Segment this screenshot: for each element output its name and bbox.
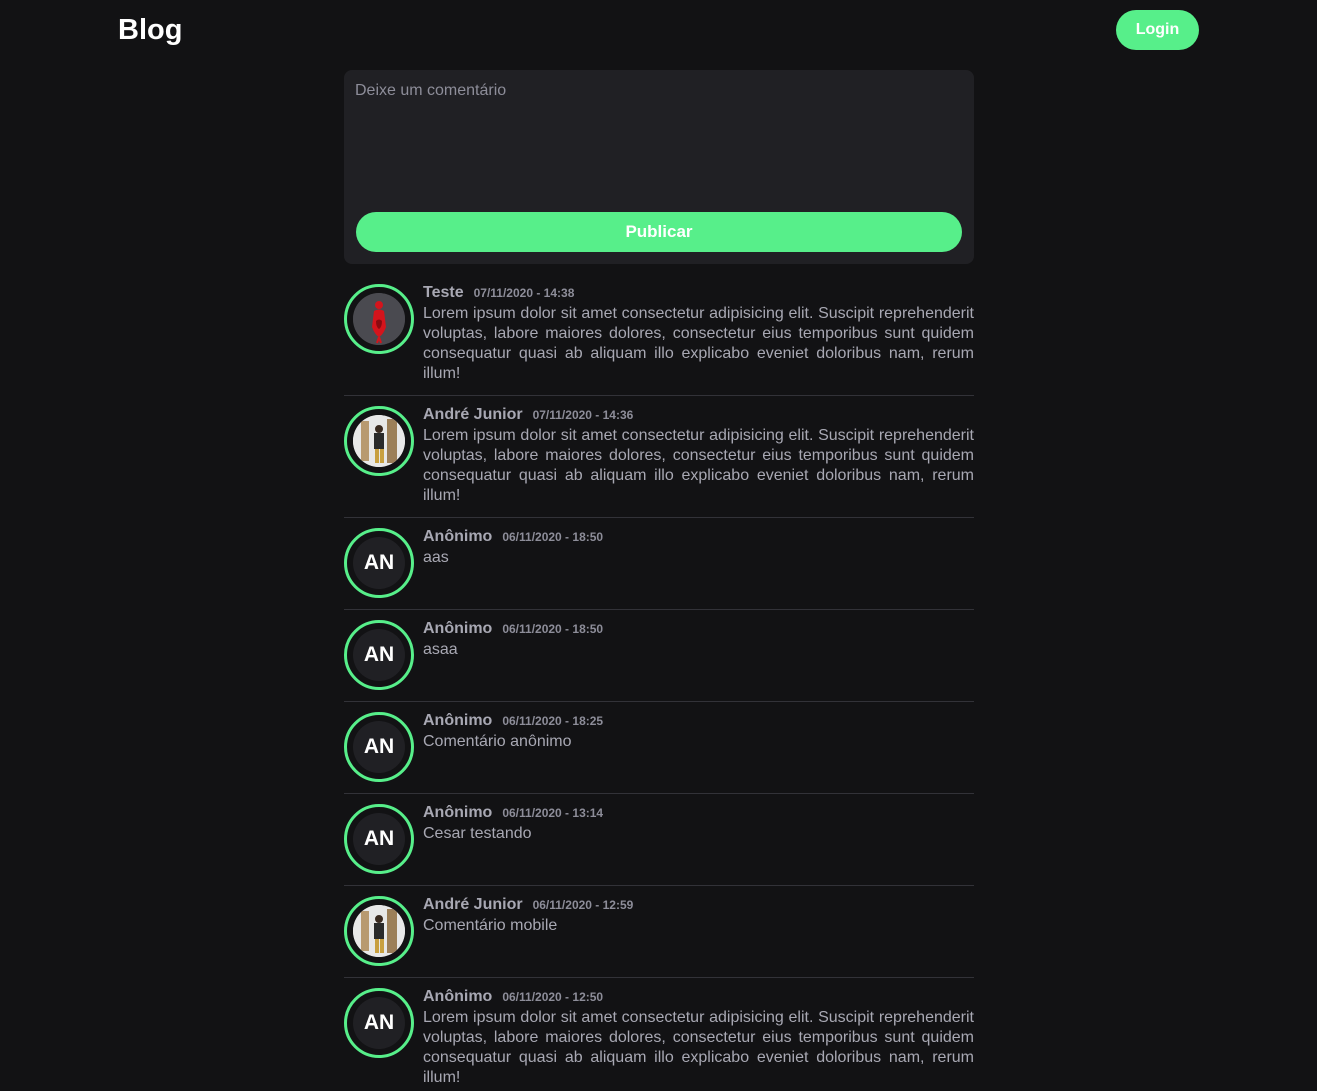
- avatar-ring: AN: [344, 712, 414, 782]
- comment-date: 07/11/2020 - 14:38: [473, 286, 575, 300]
- avatar-ring: AN: [344, 528, 414, 598]
- comment-date: 07/11/2020 - 14:36: [532, 408, 634, 422]
- login-button[interactable]: Login: [1116, 10, 1199, 50]
- avatar-initials: AN: [353, 629, 405, 681]
- avatar-ring: AN: [344, 620, 414, 690]
- comment-list: Teste 07/11/2020 - 14:38 Lorem ipsum dol…: [344, 284, 974, 1091]
- comment-author: Anônimo: [423, 712, 493, 729]
- comment-text: aas: [423, 549, 449, 566]
- comment-date: 06/11/2020 - 12:59: [532, 898, 634, 912]
- comment-item: Teste 07/11/2020 - 14:38 Lorem ipsum dol…: [344, 284, 974, 396]
- comment-item: AN Anônimo 06/11/2020 - 18:50 asaa: [344, 620, 974, 702]
- comment-input[interactable]: [355, 82, 962, 212]
- comment-author: Anônimo: [423, 620, 493, 637]
- comment-date: 06/11/2020 - 13:14: [502, 806, 604, 820]
- comment-author: Teste: [423, 284, 464, 301]
- comment-text: Lorem ipsum dolor sit amet consectetur a…: [423, 1009, 974, 1086]
- publish-button[interactable]: Publicar: [356, 212, 962, 252]
- comment-text: Lorem ipsum dolor sit amet consectetur a…: [423, 427, 974, 504]
- comment-author: André Junior: [423, 406, 523, 423]
- comment-text: Lorem ipsum dolor sit amet consectetur a…: [423, 305, 974, 382]
- comment-author: Anônimo: [423, 804, 493, 821]
- comment-text: Comentário anônimo: [423, 733, 572, 750]
- avatar-ring: [344, 406, 414, 476]
- comment-author: Anônimo: [423, 988, 493, 1005]
- avatar-initials: AN: [353, 721, 405, 773]
- comment-item: André Junior 06/11/2020 - 12:59 Comentár…: [344, 896, 974, 978]
- comment-item: AN Anônimo 06/11/2020 - 13:14 Cesar test…: [344, 804, 974, 886]
- comment-text: asaa: [423, 641, 458, 658]
- comment-date: 06/11/2020 - 18:25: [502, 714, 604, 728]
- comment-item: AN Anônimo 06/11/2020 - 18:25 Comentário…: [344, 712, 974, 794]
- comment-text: Comentário mobile: [423, 917, 558, 934]
- comment-date: 06/11/2020 - 18:50: [502, 622, 604, 636]
- photo-person-icon: [353, 905, 405, 957]
- comment-date: 06/11/2020 - 12:50: [502, 990, 604, 1004]
- avatar-ring: [344, 284, 414, 354]
- comment-date: 06/11/2020 - 18:50: [502, 530, 604, 544]
- avatar-initials: AN: [353, 537, 405, 589]
- avatar-initials: AN: [353, 997, 405, 1049]
- avatar-ring: [344, 896, 414, 966]
- avatar-ring: AN: [344, 988, 414, 1058]
- photo-red-icon: [353, 293, 405, 345]
- comment-item: AN Anônimo 06/11/2020 - 12:50 Lorem ipsu…: [344, 988, 974, 1091]
- avatar-initials: AN: [353, 813, 405, 865]
- comment-composer: Publicar: [344, 70, 974, 264]
- photo-person-icon: [353, 415, 405, 467]
- comment-author: Anônimo: [423, 528, 493, 545]
- brand-title: Blog: [118, 14, 183, 46]
- comment-item: AN Anônimo 06/11/2020 - 18:50 aas: [344, 528, 974, 610]
- comment-author: André Junior: [423, 896, 523, 913]
- comment-text: Cesar testando: [423, 825, 532, 842]
- comment-item: André Junior 07/11/2020 - 14:36 Lorem ip…: [344, 406, 974, 518]
- avatar-ring: AN: [344, 804, 414, 874]
